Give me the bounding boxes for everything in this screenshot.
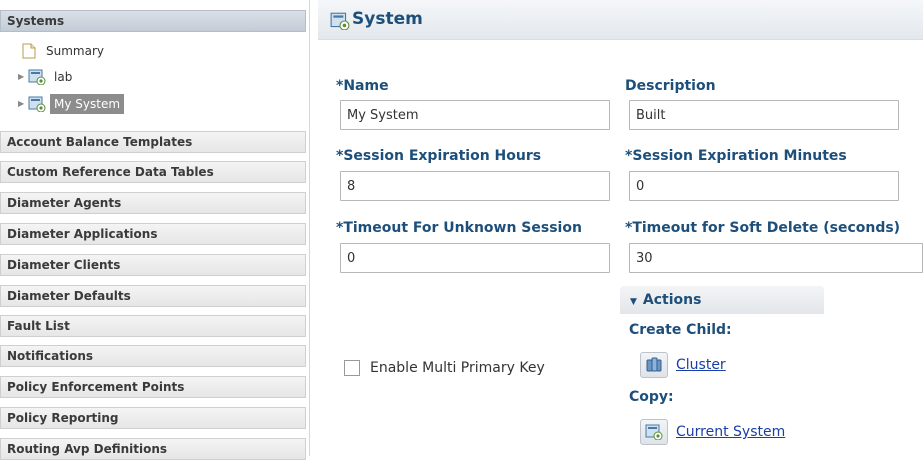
cluster-icon[interactable] (640, 352, 668, 378)
sidebar-section-diameter-agents[interactable]: Diameter Agents (0, 192, 306, 214)
sidebar-section-diameter-applications[interactable]: Diameter Applications (0, 223, 306, 245)
multi-primary-key-row[interactable]: Enable Multi Primary Key (344, 360, 545, 376)
sidebar-section-label: Policy Reporting (7, 411, 119, 425)
session-expiration-minutes-label: *Session Expiration Minutes (625, 148, 847, 164)
sidebar-section-custom-reference-data-tables[interactable]: Custom Reference Data Tables (0, 161, 306, 183)
session-expiration-hours-label: *Session Expiration Hours (336, 148, 542, 164)
expand-arrow-icon[interactable]: ▶ (18, 94, 28, 114)
panel-header: System (318, 0, 923, 40)
sidebar-section-label: Routing Avp Definitions (7, 442, 168, 456)
timeout-unknown-session-input[interactable] (340, 243, 610, 273)
sidebar-section-label: Systems (7, 14, 65, 28)
sidebar-section-policy-enforcement-points[interactable]: Policy Enforcement Points (0, 376, 306, 398)
sidebar-section-label: Diameter Agents (7, 196, 122, 210)
sidebar-section-systems[interactable]: Systems (0, 10, 306, 32)
sidebar-section-label: Diameter Applications (7, 227, 158, 241)
sidebar-section-diameter-clients[interactable]: Diameter Clients (0, 254, 306, 276)
sidebar-section-label: Custom Reference Data Tables (7, 165, 214, 179)
document-icon (22, 43, 36, 59)
create-child-label: Create Child: (629, 322, 732, 338)
actions-toggle[interactable]: ▼ Actions (620, 286, 824, 314)
create-cluster-action[interactable]: Cluster (640, 352, 726, 378)
sidebar-section-policy-reporting[interactable]: Policy Reporting (0, 407, 306, 429)
timeout-soft-delete-input[interactable] (629, 243, 923, 273)
sidebar-section-account-balance-templates[interactable]: Account Balance Templates (0, 131, 306, 153)
sidebar-section-label: Notifications (7, 349, 94, 363)
name-input[interactable] (340, 100, 610, 130)
expand-arrow-icon[interactable]: ▶ (18, 67, 28, 87)
actions-title: Actions (642, 292, 702, 308)
page-title: System (352, 9, 423, 29)
system-icon[interactable] (640, 419, 668, 445)
sidebar-section-label: Account Balance Templates (7, 135, 193, 149)
copy-label: Copy: (629, 389, 674, 405)
tree-item-summary[interactable]: Summary (22, 41, 108, 61)
tree-item-lab[interactable]: ▶ lab (18, 67, 76, 87)
timeout-soft-delete-label: *Timeout for Soft Delete (seconds) (625, 220, 901, 236)
sidebar-section-label: Diameter Defaults (7, 289, 131, 303)
copy-current-system-action[interactable]: Current System (640, 419, 785, 445)
tree-item-label: Summary (46, 44, 104, 58)
tree-item-label: My System (50, 94, 125, 114)
name-label: *Name (336, 78, 389, 94)
system-icon (330, 12, 350, 30)
sidebar-section-label: Fault List (7, 319, 70, 333)
sidebar-section-label: Diameter Clients (7, 258, 121, 272)
tree-item-my-system[interactable]: ▶ My System (18, 94, 125, 114)
session-expiration-hours-input[interactable] (340, 171, 610, 201)
sidebar-section-routing-avp-definitions[interactable]: Routing Avp Definitions (0, 438, 306, 460)
sidebar: Systems Summary ▶ lab ▶ My System Accoun… (0, 0, 310, 460)
caret-down-icon: ▼ (630, 297, 637, 307)
multi-primary-key-label: Enable Multi Primary Key (370, 360, 545, 376)
timeout-unknown-session-label: *Timeout For Unknown Session (336, 220, 582, 236)
current-system-link[interactable]: Current System (676, 424, 785, 440)
cluster-link[interactable]: Cluster (676, 357, 726, 373)
sidebar-section-diameter-defaults[interactable]: Diameter Defaults (0, 285, 306, 307)
system-icon (28, 96, 46, 112)
sidebar-section-notifications[interactable]: Notifications (0, 345, 306, 367)
system-icon (28, 69, 46, 85)
sidebar-section-label: Policy Enforcement Points (7, 380, 185, 394)
multi-primary-key-checkbox[interactable] (344, 360, 360, 376)
description-label: Description (625, 78, 716, 94)
session-expiration-minutes-input[interactable] (629, 171, 899, 201)
tree-item-label: lab (54, 70, 73, 84)
description-input[interactable] (629, 100, 899, 130)
sidebar-section-fault-list[interactable]: Fault List (0, 315, 306, 337)
system-panel: System *Name Description *Session Expira… (318, 0, 923, 456)
